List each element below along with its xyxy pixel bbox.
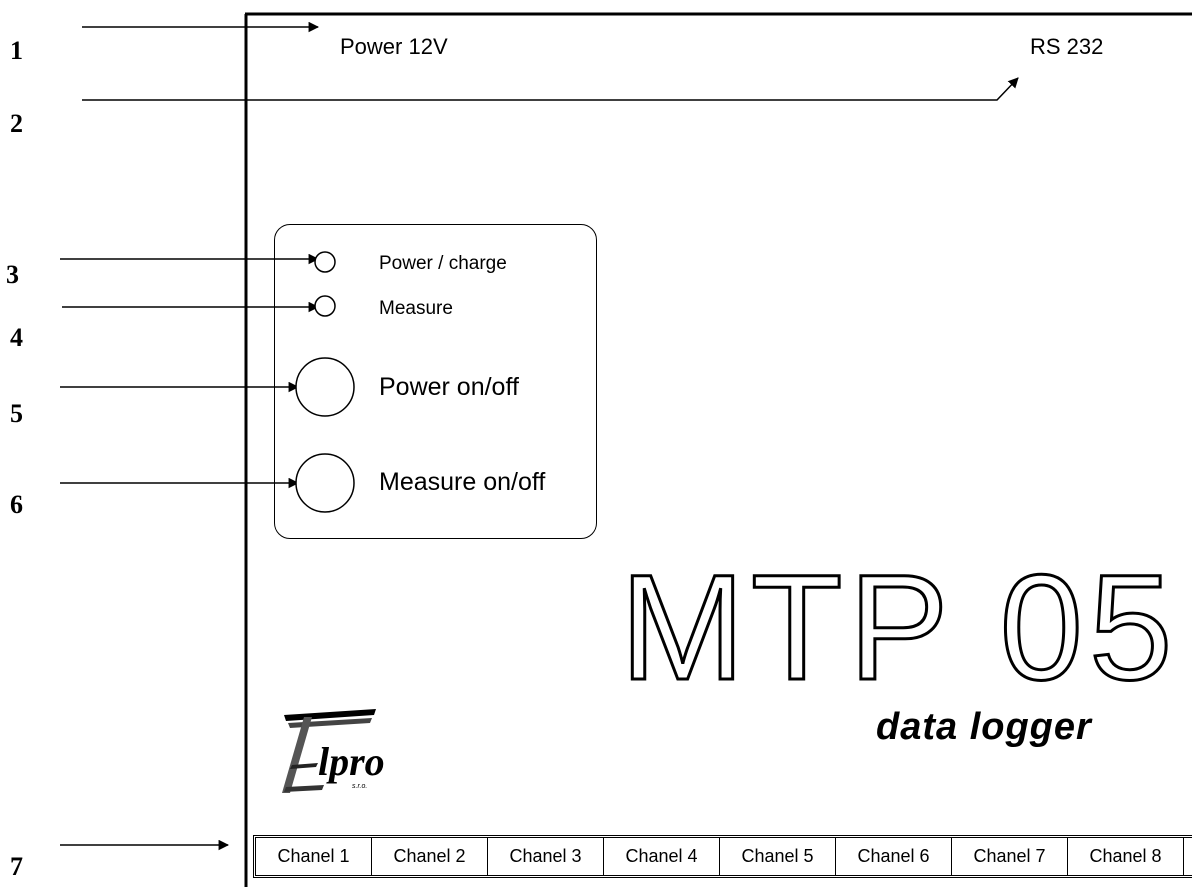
channel-3: Chanel 3 <box>488 838 604 875</box>
channel-4: Chanel 4 <box>604 838 720 875</box>
channel-8: Chanel 8 <box>1068 838 1184 875</box>
power-port-label: Power 12V <box>340 34 448 59</box>
channel-7: Chanel 7 <box>952 838 1068 875</box>
power-button-label: Power on/off <box>379 373 519 401</box>
measure-button-label: Measure on/off <box>379 468 546 496</box>
channel-1: Chanel 1 <box>256 838 372 875</box>
callout-number-2: 2 <box>10 109 23 138</box>
rs232-port-label: RS 232 <box>1030 34 1104 59</box>
logo-wordmark: lpro <box>318 739 385 784</box>
callout-number-1: 1 <box>10 36 23 65</box>
callout-number-3: 3 <box>6 260 19 289</box>
arrow-2 <box>82 77 1019 101</box>
measure-led-label: Measure <box>379 298 453 319</box>
callout-number-4: 4 <box>10 323 23 352</box>
channel-strip: Chanel 1 Chanel 2 Chanel 3 Chanel 4 Chan… <box>253 835 1192 878</box>
channel-2: Chanel 2 <box>372 838 488 875</box>
logo-suffix: s.r.o. <box>352 783 368 790</box>
callout-number-6: 6 <box>10 490 23 519</box>
channel-5: Chanel 5 <box>720 838 836 875</box>
device-model-title: MTP 05 <box>618 543 1179 711</box>
callout-number-7: 7 <box>10 852 23 881</box>
callout-number-5: 5 <box>10 399 23 428</box>
device-subtitle: data logger <box>876 706 1092 748</box>
channel-6: Chanel 6 <box>836 838 952 875</box>
power-charge-label: Power / charge <box>379 253 507 274</box>
